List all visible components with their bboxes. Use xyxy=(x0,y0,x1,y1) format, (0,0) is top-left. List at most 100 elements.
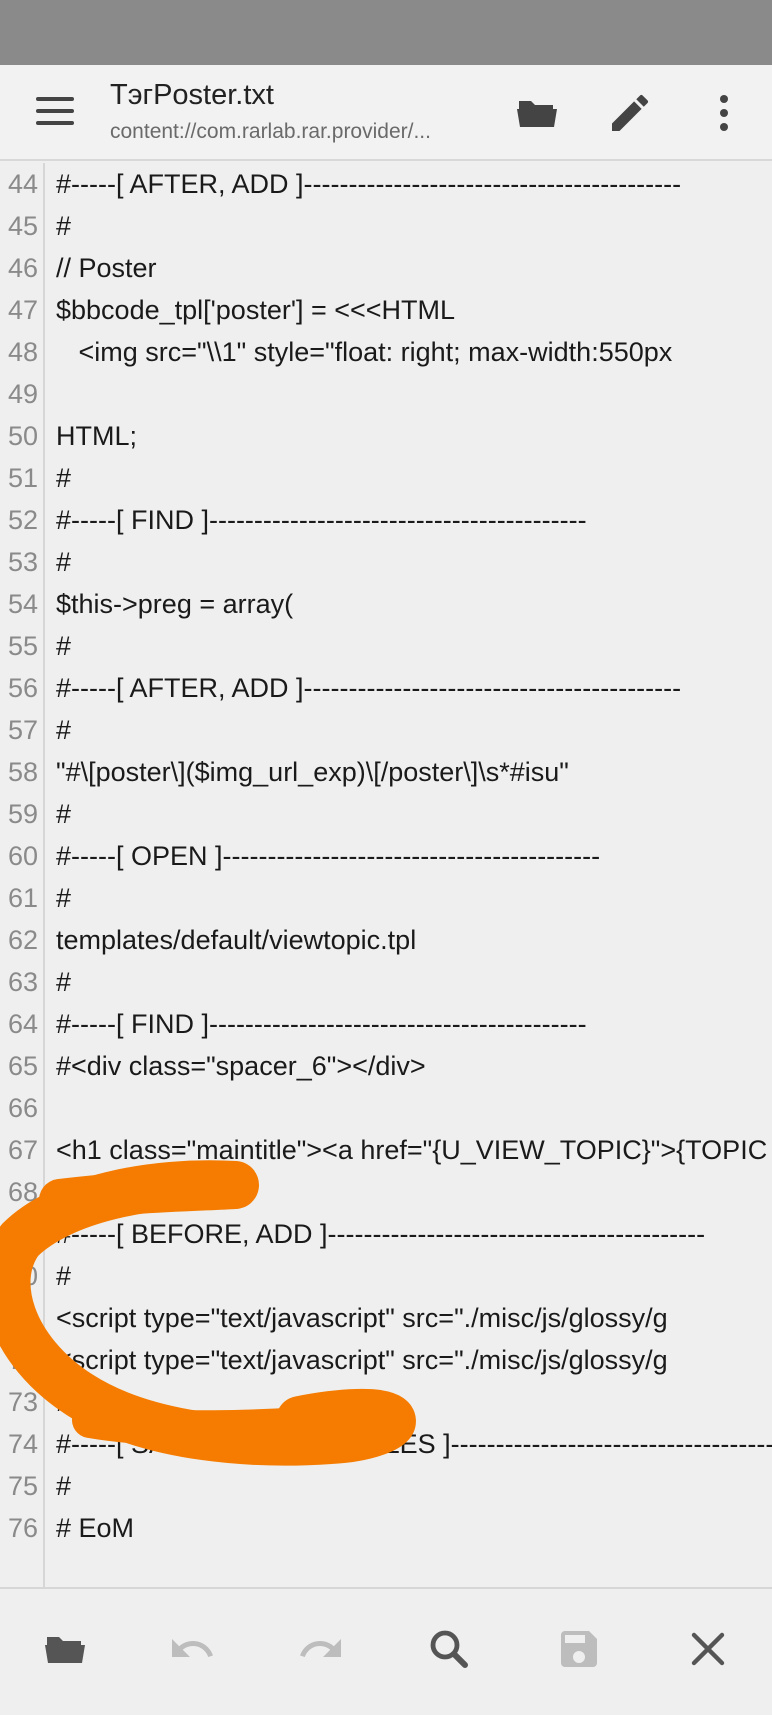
code-text[interactable]: <script type="text/javascript" src="./mi… xyxy=(56,1297,668,1339)
code-text[interactable]: #-----[ FIND ]--------------------------… xyxy=(56,499,587,541)
code-text[interactable]: #<div class="spacer_6"></div> xyxy=(56,1045,426,1087)
code-text[interactable]: "#\[poster\]($img_url_exp)\[/poster\]\s*… xyxy=(56,751,569,793)
code-text[interactable]: <img src="\\1" style="float: right; max-… xyxy=(56,331,673,373)
code-text[interactable]: #-----[ SAVE/CLOSE ALL FILES ]----------… xyxy=(56,1423,772,1465)
code-line[interactable]: 73 # xyxy=(0,1381,772,1423)
code-line[interactable]: 71 <script type="text/javascript" src="./… xyxy=(0,1297,772,1339)
save-icon[interactable] xyxy=(555,1625,603,1673)
folder-icon[interactable] xyxy=(513,89,561,137)
line-number: 69 xyxy=(7,1219,38,1249)
code-text[interactable]: $bbcode_tpl['poster'] = <<<HTML xyxy=(56,289,455,331)
code-line[interactable]: 45 # xyxy=(0,205,772,247)
line-number: 45 xyxy=(7,211,38,241)
line-number: 54 xyxy=(7,589,38,619)
code-text[interactable]: # xyxy=(56,793,71,835)
code-line[interactable]: 46 // Poster xyxy=(0,247,772,289)
line-number: 70 xyxy=(7,1261,38,1291)
app-bar: ТэгPoster.txt content://com.rarlab.rar.p… xyxy=(0,65,772,161)
line-number: 48 xyxy=(7,337,38,367)
code-line[interactable]: 47 $bbcode_tpl['poster'] = <<<HTML xyxy=(0,289,772,331)
code-text[interactable]: # xyxy=(56,1465,71,1507)
code-line[interactable]: 50 HTML; xyxy=(0,415,772,457)
line-number: 55 xyxy=(7,631,38,661)
menu-icon[interactable] xyxy=(30,93,80,133)
code-line[interactable]: 62 templates/default/viewtopic.tpl xyxy=(0,919,772,961)
code-text[interactable]: # xyxy=(56,709,71,751)
code-line[interactable]: 60 #-----[ OPEN ]------------------------… xyxy=(0,835,772,877)
code-text[interactable]: # EoM xyxy=(56,1507,134,1549)
code-text[interactable]: <h1 class="maintitle"><a href="{U_VIEW_T… xyxy=(56,1129,767,1171)
code-line[interactable]: 49 xyxy=(0,373,772,415)
code-text[interactable]: $this->preg = array( xyxy=(56,583,293,625)
code-text[interactable]: // Poster xyxy=(56,247,157,289)
code-text[interactable]: #-----[ BEFORE, ADD ]-------------------… xyxy=(56,1213,705,1255)
line-number: 67 xyxy=(7,1135,38,1165)
code-line[interactable]: 44 #-----[ AFTER, ADD ]------------------… xyxy=(0,163,772,205)
code-text[interactable]: templates/default/viewtopic.tpl xyxy=(56,919,416,961)
code-line[interactable]: 63 # xyxy=(0,961,772,1003)
code-text[interactable]: #-----[ AFTER, ADD ]--------------------… xyxy=(56,163,681,205)
code-text[interactable]: HTML; xyxy=(56,415,137,457)
code-text[interactable]: #-----[ OPEN ]--------------------------… xyxy=(56,835,600,877)
search-icon[interactable] xyxy=(425,1625,473,1673)
code-line[interactable]: 52 #-----[ FIND ]------------------------… xyxy=(0,499,772,541)
line-number: 56 xyxy=(7,673,38,703)
code-text[interactable]: <script type="text/javascript" src="./mi… xyxy=(56,1339,668,1381)
code-text[interactable]: # xyxy=(56,1381,71,1423)
code-line[interactable]: 57 # xyxy=(0,709,772,751)
line-number: 71 xyxy=(7,1303,38,1333)
code-line[interactable]: 74 #-----[ SAVE/CLOSE ALL FILES ]--------… xyxy=(0,1423,772,1465)
line-number: 72 xyxy=(7,1345,38,1375)
code-line[interactable]: 75 # xyxy=(0,1465,772,1507)
code-line[interactable]: 66 xyxy=(0,1087,772,1129)
line-number: 60 xyxy=(7,841,38,871)
code-line[interactable]: 65 #<div class="spacer_6"></div> xyxy=(0,1045,772,1087)
code-line[interactable]: 69 #-----[ BEFORE, ADD ]-----------------… xyxy=(0,1213,772,1255)
line-number: 58 xyxy=(7,757,38,787)
code-line[interactable]: 48 <img src="\\1" style="float: right; m… xyxy=(0,331,772,373)
code-line[interactable]: 54 $this->preg = array( xyxy=(0,583,772,625)
line-number: 49 xyxy=(7,379,38,409)
file-title: ТэгPoster.txt xyxy=(110,79,274,111)
line-number: 53 xyxy=(7,547,38,577)
line-number: 75 xyxy=(7,1471,38,1501)
line-number: 68 xyxy=(7,1177,38,1207)
code-line[interactable]: 51 # xyxy=(0,457,772,499)
open-folder-icon[interactable] xyxy=(41,1625,89,1673)
code-line[interactable]: 64 #-----[ FIND ]------------------------… xyxy=(0,1003,772,1045)
line-number: 51 xyxy=(7,463,38,493)
code-line[interactable]: 70 # xyxy=(0,1255,772,1297)
code-text[interactable]: #-----[ FIND ]--------------------------… xyxy=(56,1003,587,1045)
code-line[interactable]: 55 # xyxy=(0,625,772,667)
code-text[interactable]: # xyxy=(56,205,71,247)
code-line[interactable]: 72 <script type="text/javascript" src="./… xyxy=(0,1339,772,1381)
more-vert-icon[interactable] xyxy=(700,89,748,137)
code-line[interactable]: 68 # xyxy=(0,1171,772,1213)
code-text[interactable]: # xyxy=(56,541,71,583)
code-line[interactable]: 61 # xyxy=(0,877,772,919)
file-path: content://com.rarlab.rar.provider/... xyxy=(110,120,431,143)
text-editor[interactable]: 44 #-----[ AFTER, ADD ]------------------… xyxy=(0,163,772,1587)
code-text[interactable]: # xyxy=(56,1171,71,1213)
code-line[interactable]: 56 #-----[ AFTER, ADD ]------------------… xyxy=(0,667,772,709)
code-line[interactable]: 76 # EoM xyxy=(0,1507,772,1549)
code-line[interactable]: 59 # xyxy=(0,793,772,835)
code-line[interactable]: 53 # xyxy=(0,541,772,583)
code-line[interactable]: 67 <h1 class="maintitle"><a href="{U_VIEW… xyxy=(0,1129,772,1171)
code-text[interactable]: # xyxy=(56,457,71,499)
line-number: 50 xyxy=(7,421,38,451)
code-text[interactable]: # xyxy=(56,625,71,667)
code-text[interactable]: #-----[ AFTER, ADD ]--------------------… xyxy=(56,667,681,709)
code-text[interactable]: # xyxy=(56,961,71,1003)
status-bar xyxy=(0,0,772,65)
code-text[interactable]: # xyxy=(56,1255,71,1297)
code-text[interactable]: # xyxy=(56,877,71,919)
redo-icon[interactable] xyxy=(297,1625,345,1673)
line-number: 74 xyxy=(7,1429,38,1459)
line-number: 64 xyxy=(7,1009,38,1039)
undo-icon[interactable] xyxy=(168,1625,216,1673)
close-icon[interactable] xyxy=(684,1625,732,1673)
code-line[interactable]: 58 "#\[poster\]($img_url_exp)\[/poster\]\… xyxy=(0,751,772,793)
pencil-icon[interactable] xyxy=(606,89,654,137)
line-number: 66 xyxy=(7,1093,38,1123)
